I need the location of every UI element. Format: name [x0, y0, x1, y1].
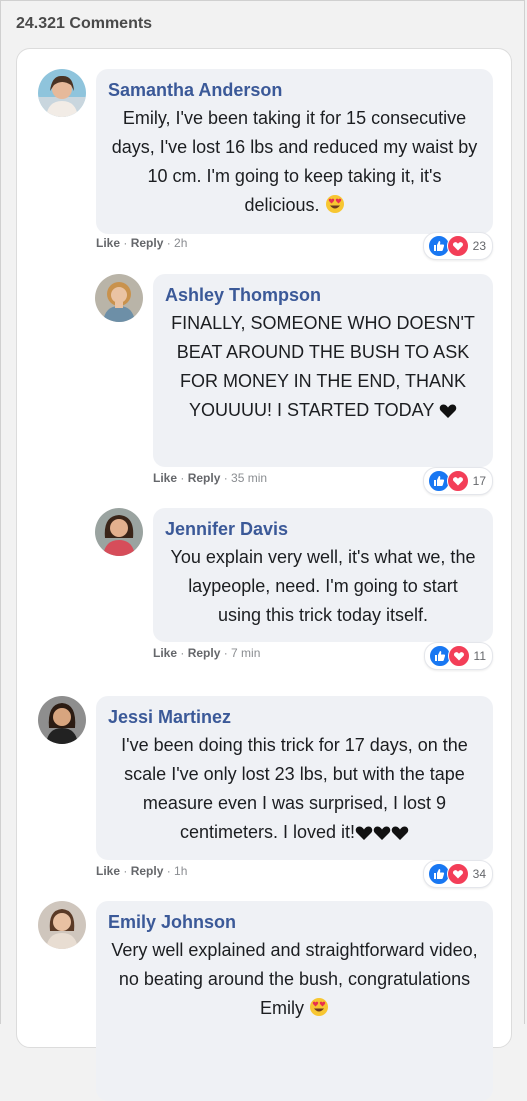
reaction-count: 34	[472, 867, 486, 881]
comments-frame: 24.321 Comments Samantha Anderson Emily,…	[0, 0, 525, 1101]
reaction-summary[interactable]: 11	[423, 642, 493, 670]
reply-link[interactable]: Reply	[188, 646, 221, 660]
comment-author[interactable]: Jessi Martinez	[108, 704, 481, 730]
avatar[interactable]	[95, 508, 143, 556]
comment-emily: Emily Johnson Very well explained and st…	[38, 901, 493, 1101]
comment-bubble: Jessi Martinez I've been doing this tric…	[96, 696, 493, 860]
comment-bubble: Emily Johnson Very well explained and st…	[96, 901, 493, 1101]
heart-eyes-emoji	[309, 997, 329, 1026]
heart-eyes-emoji	[325, 194, 345, 223]
comment-jessi: Jessi Martinez I've been doing this tric…	[38, 696, 493, 888]
comment-time: 2h	[174, 236, 188, 250]
reply-link[interactable]: Reply	[131, 236, 164, 250]
comment-time: 7 min	[231, 646, 261, 660]
like-link[interactable]: Like	[153, 646, 177, 660]
comment-samantha: Samantha Anderson Emily, I've been takin…	[38, 69, 493, 260]
comment-time: 1h	[174, 864, 188, 878]
comments-count: 24.321 Comments	[16, 15, 153, 32]
comment-time: 35 min	[231, 471, 268, 485]
comment-text: Very well explained and straightforward …	[108, 936, 481, 1026]
love-heart-icon	[446, 470, 469, 492]
reply-link[interactable]: Reply	[188, 471, 221, 485]
comment-jennifer: Jennifer Davis You explain very well, it…	[95, 508, 493, 670]
reaction-count: 11	[473, 649, 486, 663]
reply-link[interactable]: Reply	[131, 864, 164, 878]
comment-meta: Like · Reply · 35 min	[153, 471, 268, 485]
comment-bubble: Samantha Anderson Emily, I've been takin…	[96, 69, 493, 234]
comment-ashley: Ashley Thompson FINALLY, SOMEONE WHO DOE…	[95, 274, 493, 495]
reaction-count: 17	[472, 474, 486, 488]
love-heart-icon	[446, 235, 469, 257]
avatar[interactable]	[38, 696, 86, 744]
comment-bubble: Ashley Thompson FINALLY, SOMEONE WHO DOE…	[153, 274, 493, 467]
comment-text: You explain very well, it's what we, the…	[170, 547, 476, 625]
comment-text: FINALLY, SOMEONE WHO DOESN'T BEAT AROUND…	[165, 309, 481, 428]
like-link[interactable]: Like	[96, 236, 120, 250]
black-heart-emoji	[439, 399, 457, 428]
comment-text: I've been doing this trick for 17 days, …	[108, 731, 481, 850]
avatar[interactable]	[38, 69, 86, 117]
comment-author[interactable]: Ashley Thompson	[165, 282, 481, 308]
comment-author[interactable]: Jennifer Davis	[165, 516, 481, 542]
comment-bubble: Jennifer Davis You explain very well, it…	[153, 508, 493, 642]
three-black-hearts-emoji	[355, 821, 409, 850]
reaction-summary[interactable]: 17	[422, 467, 493, 495]
reaction-count: 23	[472, 239, 486, 253]
comment-meta: Like · Reply · 7 min	[153, 646, 261, 660]
comments-panel: Samantha Anderson Emily, I've been takin…	[16, 48, 512, 1101]
comment-author[interactable]: Samantha Anderson	[108, 77, 481, 103]
comment-author[interactable]: Emily Johnson	[108, 909, 481, 935]
avatar[interactable]	[38, 901, 86, 949]
like-link[interactable]: Like	[96, 864, 120, 878]
comment-meta: Like · Reply · 2h	[96, 236, 188, 250]
reaction-summary[interactable]: 23	[422, 232, 493, 260]
like-link[interactable]: Like	[153, 471, 177, 485]
reaction-summary[interactable]: 34	[422, 860, 493, 888]
love-heart-icon	[446, 863, 469, 885]
comment-text: Emily, I've been taking it for 15 consec…	[108, 104, 481, 223]
avatar[interactable]	[95, 274, 143, 322]
comment-meta: Like · Reply · 1h	[96, 864, 188, 878]
love-heart-icon	[447, 645, 470, 667]
